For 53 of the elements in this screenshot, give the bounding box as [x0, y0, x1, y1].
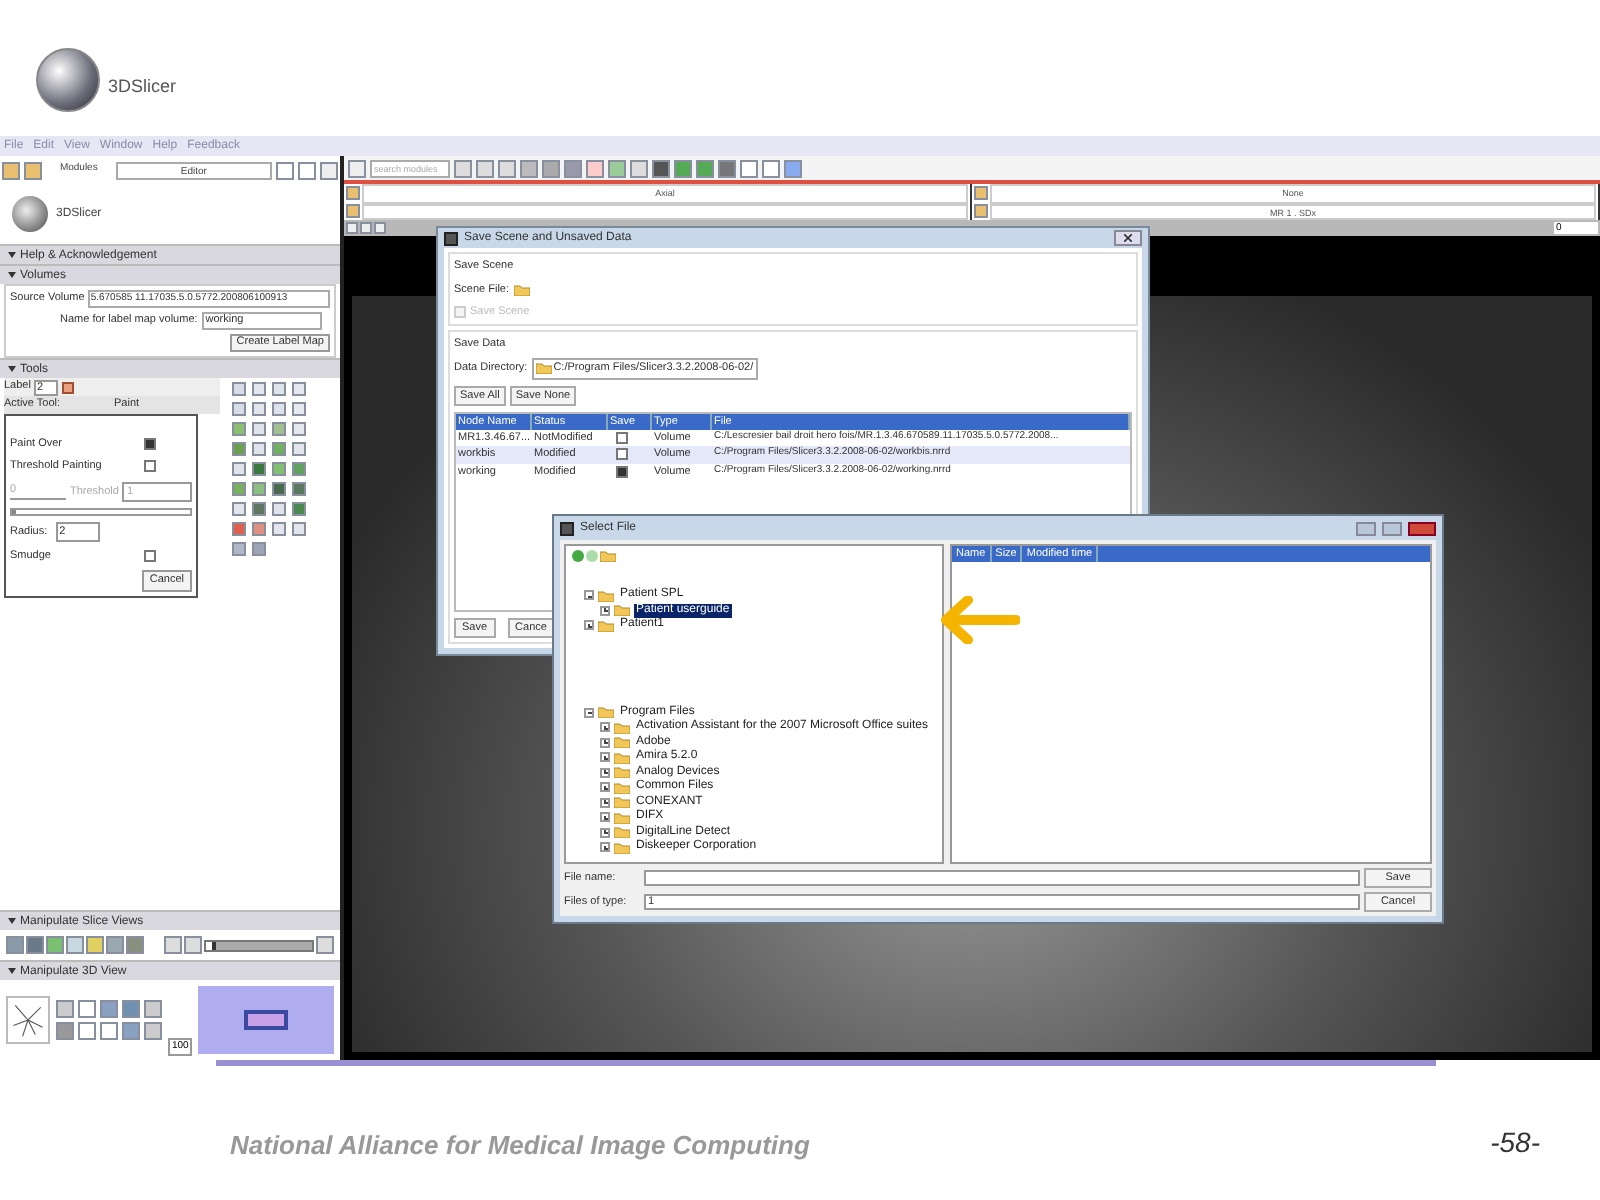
- logo-icon: [36, 48, 100, 112]
- logo-text: 3DSlicer: [108, 73, 177, 99]
- minimize-button[interactable]: [1356, 521, 1376, 535]
- expander-icon[interactable]: [600, 797, 610, 808]
- volume-select[interactable]: [362, 203, 968, 219]
- checkbox[interactable]: [144, 438, 156, 451]
- collapse-triangle-icon[interactable]: [8, 272, 16, 278]
- axes-compass-drawing[interactable]: [6, 996, 50, 1044]
- toolbar-icon[interactable]: [348, 159, 366, 177]
- expander-icon[interactable]: [600, 737, 610, 748]
- close-button[interactable]: [1114, 230, 1142, 247]
- folder-icon: [535, 362, 552, 375]
- expander-icon[interactable]: [584, 590, 594, 601]
- slice-slider[interactable]: [204, 939, 314, 951]
- collapse-triangle-icon[interactable]: [8, 252, 16, 258]
- app-icon: [444, 231, 458, 246]
- expander-icon[interactable]: [584, 620, 594, 631]
- close-button[interactable]: [1408, 521, 1436, 535]
- forward-icon[interactable]: [298, 161, 316, 179]
- back-icon[interactable]: [276, 161, 294, 179]
- checkbox[interactable]: [616, 432, 628, 445]
- expander-icon[interactable]: [600, 752, 610, 763]
- collapse-triangle-icon[interactable]: [8, 366, 16, 372]
- folder-icon: [600, 549, 616, 561]
- checkbox[interactable]: [144, 460, 156, 473]
- expander-icon[interactable]: [600, 767, 610, 778]
- threshold-slider[interactable]: [10, 507, 192, 516]
- slice-view-icon[interactable]: [316, 936, 334, 954]
- collapse-triangle-icon[interactable]: [8, 968, 16, 974]
- expander-icon[interactable]: [600, 722, 610, 733]
- checkbox[interactable]: [616, 448, 628, 461]
- expander-icon[interactable]: [600, 842, 610, 853]
- maximize-button[interactable]: [1382, 521, 1402, 535]
- page-number: -58-: [1490, 1124, 1540, 1162]
- checkbox[interactable]: [616, 465, 628, 478]
- expander-icon[interactable]: [600, 605, 610, 616]
- back-icon[interactable]: [572, 549, 584, 561]
- footer-text: National Alliance for Medical Image Computing: [230, 1127, 810, 1164]
- arrow-icon: [940, 596, 1020, 644]
- app-icon: [560, 521, 574, 535]
- history-icon[interactable]: [320, 161, 338, 179]
- close-icon: [1124, 234, 1132, 243]
- expander-icon[interactable]: [600, 827, 610, 838]
- expander-icon[interactable]: [600, 782, 610, 793]
- viewport-frame-icon: [244, 1010, 289, 1030]
- label-color-swatch: [62, 381, 75, 393]
- expander-icon[interactable]: [600, 812, 610, 823]
- forward-icon[interactable]: [586, 549, 598, 561]
- logo-icon: [12, 196, 48, 232]
- file-name-field[interactable]: [644, 869, 1360, 886]
- collapse-triangle-icon[interactable]: [8, 918, 16, 924]
- checkbox[interactable]: [144, 550, 156, 563]
- expander-icon[interactable]: [584, 707, 594, 718]
